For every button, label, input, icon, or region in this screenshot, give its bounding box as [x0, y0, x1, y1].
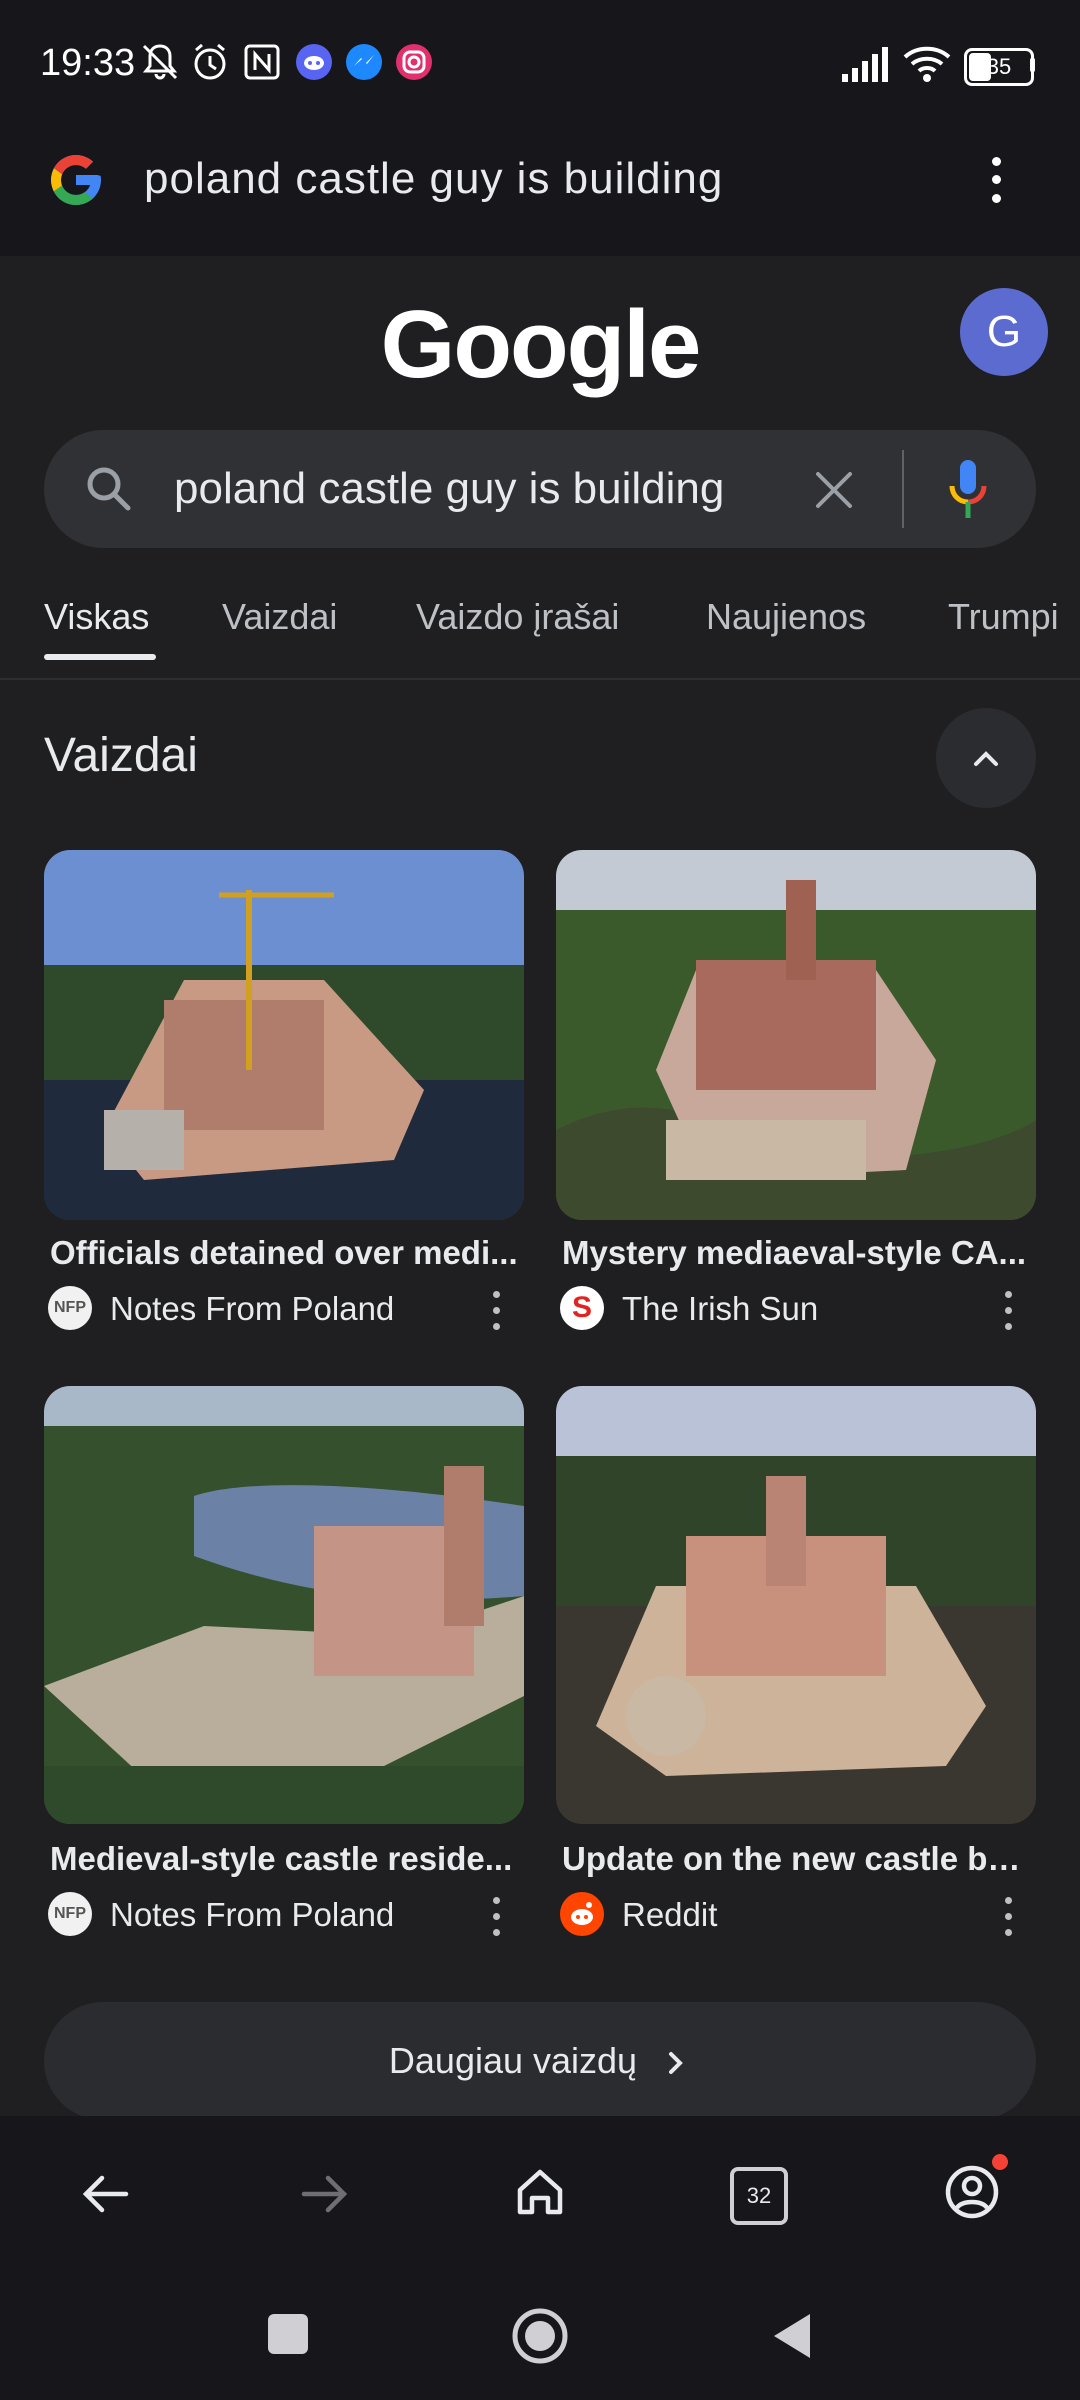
- mute-bell-icon: [142, 44, 178, 80]
- tab-switcher-button[interactable]: 32: [730, 2167, 788, 2225]
- back-arrow-icon[interactable]: [78, 2166, 134, 2222]
- source-icon: NFP: [48, 1892, 92, 1936]
- url-query-text[interactable]: poland castle guy is building: [144, 154, 723, 204]
- google-logo: Google: [380, 291, 702, 398]
- image-source[interactable]: Notes From Poland: [110, 1290, 394, 1328]
- more-options-icon[interactable]: [998, 1286, 1018, 1334]
- tabs-divider: [0, 678, 1080, 680]
- recents-button[interactable]: [268, 2314, 308, 2354]
- chevron-up-icon: [974, 751, 998, 766]
- tab-images[interactable]: Vaizdai: [222, 596, 337, 638]
- castle-photo-1: [44, 850, 524, 1220]
- image-title[interactable]: Update on the new castle bei...: [562, 1840, 1032, 1878]
- google-g-icon: [51, 155, 101, 205]
- image-source[interactable]: The Irish Sun: [622, 1290, 818, 1328]
- image-thumbnail[interactable]: [556, 850, 1036, 1220]
- tab-news[interactable]: Naujienos: [706, 596, 866, 638]
- chevron-right-icon: [669, 2052, 683, 2075]
- images-section-title: Vaizdai: [44, 729, 198, 782]
- nav-back-button[interactable]: [770, 2310, 814, 2362]
- image-title[interactable]: Medieval-style castle reside...: [50, 1840, 520, 1878]
- battery-icon: 35: [964, 48, 1034, 86]
- menu-icon[interactable]: [986, 152, 1006, 208]
- image-source[interactable]: Reddit: [622, 1896, 717, 1934]
- tab-videos[interactable]: Vaizdo įrašai: [416, 596, 619, 638]
- search-divider: [902, 450, 904, 528]
- more-options-icon[interactable]: [998, 1892, 1018, 1940]
- castle-photo-4: [556, 1386, 1036, 1824]
- image-source[interactable]: Notes From Poland: [110, 1896, 394, 1934]
- clear-icon[interactable]: [812, 468, 856, 512]
- notification-dot: [992, 2154, 1008, 2170]
- tab-short-videos[interactable]: Trumpi: [948, 596, 1068, 638]
- more-images-label: Daugiau vaizdų: [388, 2040, 638, 2081]
- microphone-icon[interactable]: [946, 458, 990, 522]
- battery-level: 35: [986, 54, 1012, 79]
- search-icon: [87, 467, 131, 511]
- image-thumbnail[interactable]: [44, 1386, 524, 1824]
- collapse-button[interactable]: [936, 708, 1036, 808]
- home-icon[interactable]: [512, 2164, 568, 2220]
- image-title[interactable]: Officials detained over medi...: [50, 1234, 520, 1272]
- castle-photo-3: [44, 1386, 524, 1824]
- messenger-icon: [346, 44, 382, 80]
- source-icon: S: [560, 1286, 604, 1330]
- nav-home-button[interactable]: [510, 2306, 570, 2366]
- more-options-icon[interactable]: [486, 1286, 506, 1334]
- image-thumbnail[interactable]: [556, 1386, 1036, 1824]
- account-icon[interactable]: [942, 2162, 1002, 2222]
- image-title[interactable]: Mystery mediaeval-style CA...: [562, 1234, 1032, 1272]
- wifi-icon: [903, 46, 951, 82]
- search-input[interactable]: poland castle guy is building: [174, 464, 724, 514]
- reddit-icon: [560, 1892, 604, 1936]
- signal-icon: [842, 47, 888, 82]
- tab-all[interactable]: Viskas: [44, 596, 149, 638]
- source-icon: NFP: [48, 1286, 92, 1330]
- status-time: 19:33: [40, 42, 136, 84]
- battery-tip: [1030, 58, 1035, 72]
- castle-photo-2: [556, 850, 1036, 1220]
- discord-icon: [296, 44, 332, 80]
- instagram-icon: [396, 44, 432, 80]
- more-options-icon[interactable]: [486, 1892, 506, 1940]
- alarm-icon: [194, 43, 226, 80]
- nfc-icon: [244, 44, 280, 80]
- active-tab-indicator: [44, 654, 156, 660]
- account-avatar[interactable]: G: [960, 288, 1048, 376]
- more-images-button[interactable]: Daugiau vaizdų: [44, 2002, 1036, 2120]
- forward-arrow-icon[interactable]: [296, 2166, 352, 2222]
- image-thumbnail[interactable]: [44, 850, 524, 1220]
